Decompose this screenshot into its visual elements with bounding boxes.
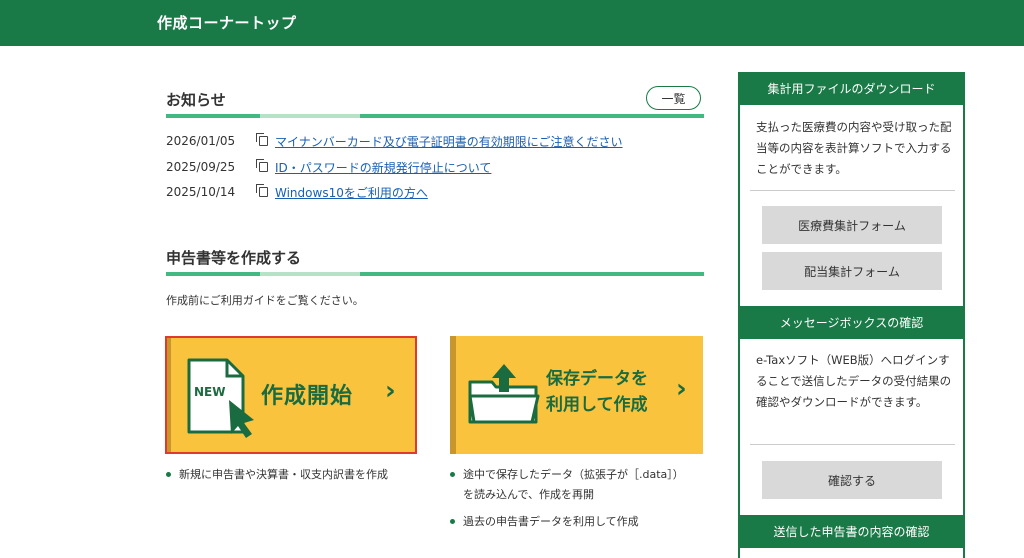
bullet-icon bbox=[450, 518, 455, 524]
document-icon bbox=[256, 133, 268, 146]
medical-expense-form-button[interactable]: 医療費集計フォーム bbox=[762, 206, 942, 244]
download-description: 支払った医療費の内容や受け取った配当等の内容を表計算ソフトで入力することができま… bbox=[756, 120, 952, 176]
start-new-button[interactable]: NEW 作成開始 › bbox=[165, 336, 417, 454]
news-date: 2025/09/25 bbox=[166, 160, 236, 174]
guide-notice: 作成前にご利用ガイドをご覧ください。 bbox=[166, 294, 364, 307]
svg-text:NEW: NEW bbox=[194, 385, 225, 399]
news-list-button[interactable]: 一覧 bbox=[646, 86, 701, 110]
news-item: 2026/01/05 マイナンバーカード及び電子証明書の有効期限にご注意ください bbox=[166, 132, 623, 150]
news-link[interactable]: Windows10をご利用の方へ bbox=[275, 184, 428, 201]
news-item: 2025/10/14 Windows10をご利用の方へ bbox=[166, 183, 428, 201]
load-card-description: 途中で保存したデータ（拡張子が［.data］） を読み込んで、作成を再開 bbox=[450, 465, 684, 505]
news-section-title: お知らせ bbox=[166, 91, 226, 109]
new-card-description: 新規に申告書や決算書・収支内訳書を作成 bbox=[166, 465, 388, 485]
news-title-underline bbox=[166, 114, 704, 118]
divider bbox=[750, 190, 955, 191]
load-card-description: 過去の申告書データを利用して作成 bbox=[450, 512, 639, 532]
create-section-title: 申告書等を作成する bbox=[166, 249, 302, 267]
top-header: 作成コーナートップ bbox=[0, 0, 1024, 46]
create-title-underline bbox=[166, 272, 704, 276]
news-date: 2025/10/14 bbox=[166, 185, 236, 199]
bullet-icon bbox=[166, 471, 171, 477]
chevron-right-icon: › bbox=[676, 374, 687, 404]
start-new-label: 作成開始 bbox=[261, 384, 354, 409]
news-link[interactable]: マイナンバーカード及び電子証明書の有効期限にご注意ください bbox=[275, 133, 623, 150]
document-icon bbox=[256, 159, 268, 172]
news-date: 2026/01/05 bbox=[166, 134, 236, 148]
folder-upload-icon bbox=[468, 364, 540, 424]
load-saved-data-button[interactable]: 保存データを 利用して作成 › bbox=[450, 336, 703, 454]
chevron-right-icon: › bbox=[385, 376, 396, 406]
sidebar: 集計用ファイルのダウンロード 支払った医療費の内容や受け取った配当等の内容を表計… bbox=[738, 72, 965, 558]
divider bbox=[750, 444, 955, 445]
page-title: 作成コーナートップ bbox=[157, 14, 297, 32]
message-box-description: e-Taxソフト（WEB版）へログインすることで送信したデータの受付結果の確認や… bbox=[756, 353, 952, 409]
document-icon bbox=[256, 184, 268, 197]
sent-returns-header: 送信した申告書の内容の確認 bbox=[738, 515, 965, 548]
check-messages-button[interactable]: 確認する bbox=[762, 461, 942, 499]
new-document-icon: NEW bbox=[187, 358, 254, 438]
message-box-header: メッセージボックスの確認 bbox=[738, 306, 965, 339]
download-header: 集計用ファイルのダウンロード bbox=[738, 72, 965, 105]
bullet-icon bbox=[450, 471, 455, 477]
news-link[interactable]: ID・パスワードの新規発行停止について bbox=[275, 159, 491, 176]
dividend-form-button[interactable]: 配当集計フォーム bbox=[762, 252, 942, 290]
load-saved-label: 保存データを 利用して作成 bbox=[546, 369, 648, 415]
news-item: 2025/09/25 ID・パスワードの新規発行停止について bbox=[166, 158, 491, 176]
